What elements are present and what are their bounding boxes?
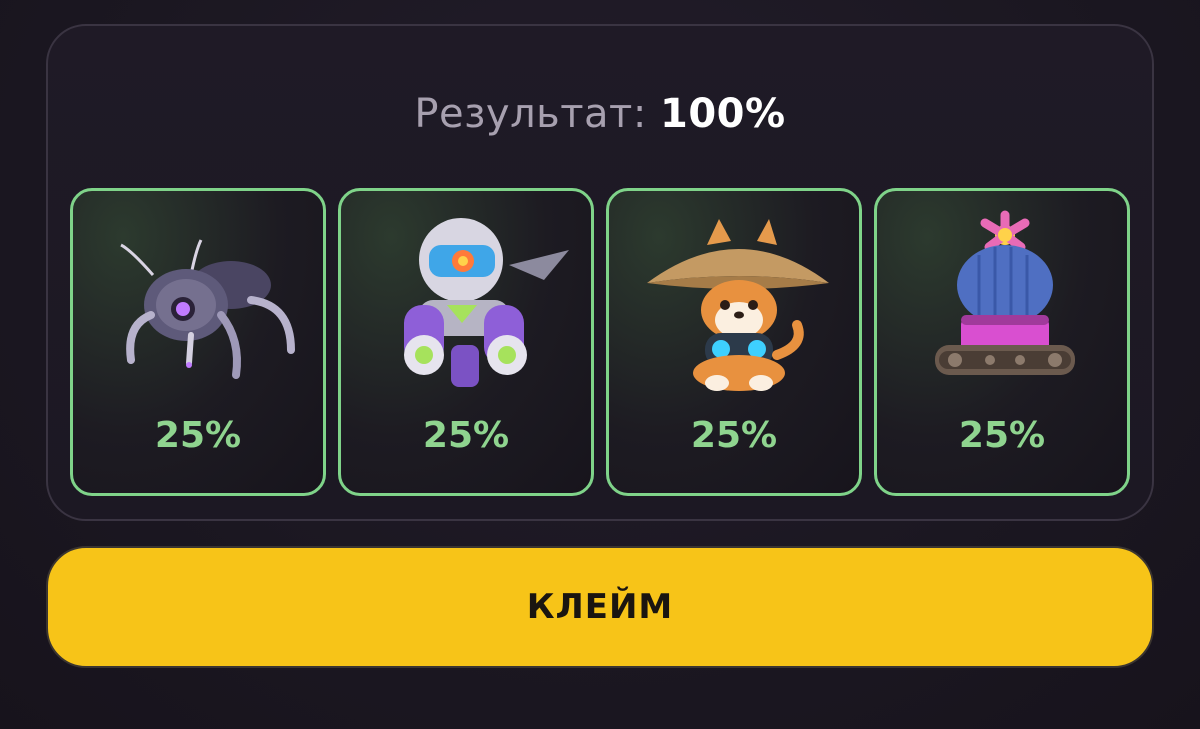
reward-card-astronaut-mech[interactable]: 25% (338, 188, 594, 496)
astronaut-mech-icon (404, 218, 569, 387)
card-percent: 25% (958, 415, 1046, 456)
reward-card-robot-spider[interactable]: 25% (70, 188, 326, 496)
claim-button[interactable]: КЛЕЙМ (46, 546, 1154, 668)
shiba-dog-straw-hat-icon (647, 219, 829, 391)
result-title: Результат: 100% (0, 88, 1200, 140)
cactus-tank-icon (935, 210, 1075, 375)
claim-result-screen: Результат: 100% 25% 25% 25% 25% КЛЕЙМ (0, 0, 1200, 729)
result-label: Результат: (414, 91, 647, 137)
card-percent: 25% (690, 415, 778, 456)
reward-card-shiba-dog[interactable]: 25% (606, 188, 862, 496)
result-value: 100% (660, 91, 786, 137)
card-percent: 25% (422, 415, 510, 456)
card-percent: 25% (154, 415, 242, 456)
reward-card-cactus-tank[interactable]: 25% (874, 188, 1130, 496)
robot-spider-icon (120, 239, 295, 379)
